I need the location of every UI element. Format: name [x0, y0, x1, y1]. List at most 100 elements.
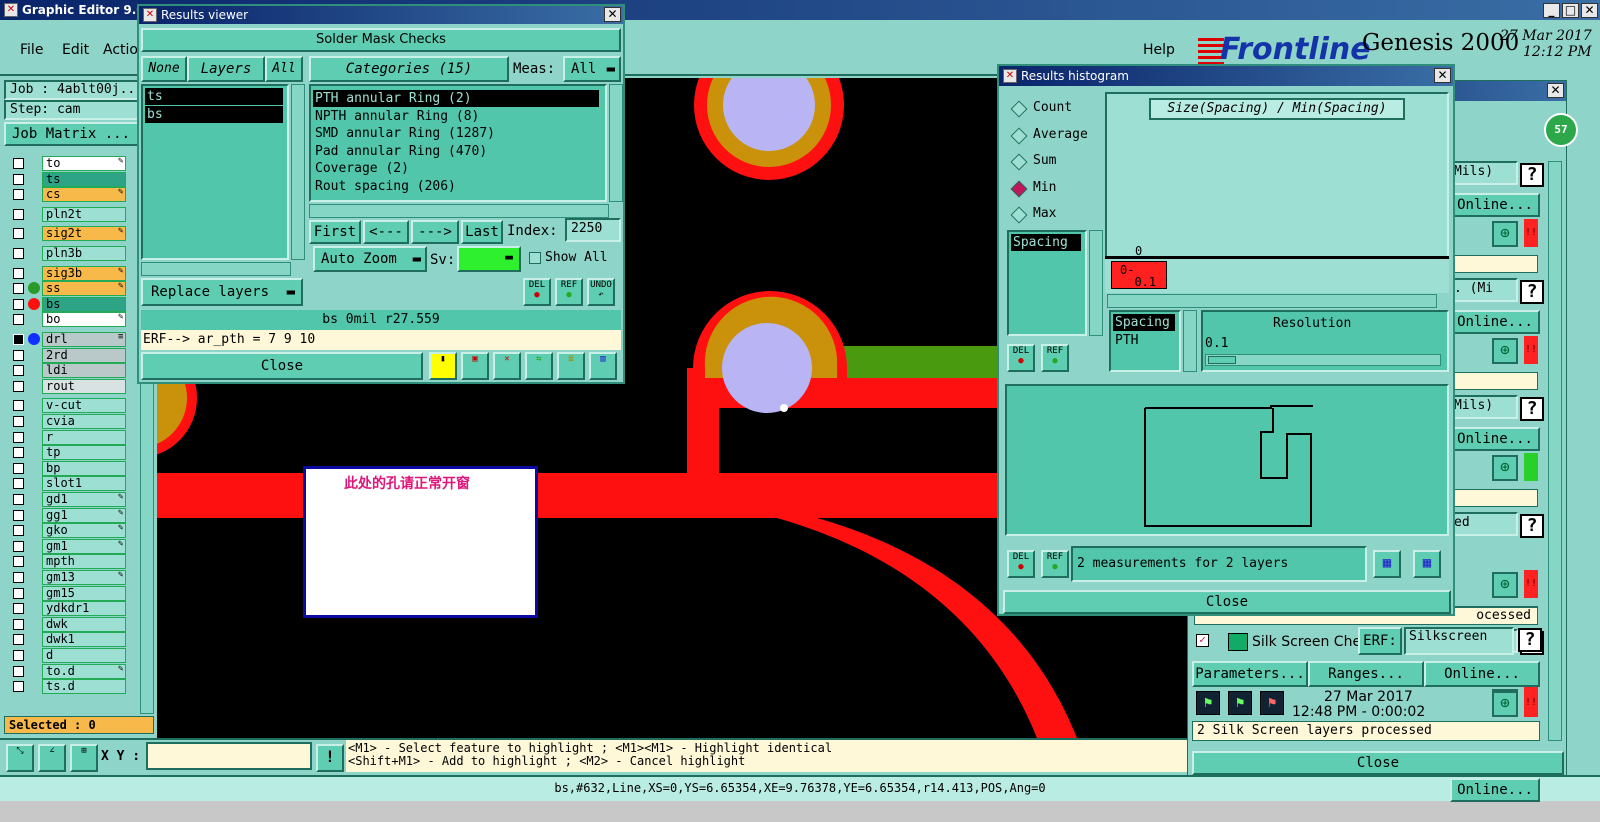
layer-checkbox[interactable] — [13, 618, 24, 630]
layer-checkbox[interactable] — [13, 603, 24, 615]
stat-option-label[interactable]: Count — [1033, 100, 1072, 115]
layer-checkbox[interactable] — [13, 349, 24, 361]
close-button[interactable]: ✕ — [1581, 3, 1598, 18]
check-help-button[interactable]: ? — [1520, 163, 1544, 187]
list2-item-pth[interactable]: PTH — [1113, 332, 1175, 349]
menu-file[interactable]: File — [20, 42, 43, 58]
layer-row[interactable]: mpth — [10, 554, 128, 570]
layer-row[interactable]: ydkdr1 — [10, 601, 128, 617]
layer-row[interactable]: cs ✎ — [10, 187, 128, 203]
zoom-tool-icon[interactable]: ⤡ — [6, 744, 34, 772]
check-zoom-icon[interactable]: ⊕ — [1492, 338, 1518, 364]
layer-row[interactable]: sig2t ✎ — [10, 226, 128, 242]
hist-del-icon-2[interactable]: DEL ● — [1007, 550, 1035, 578]
check-help-button[interactable]: ? — [1520, 280, 1544, 304]
layer-row[interactable]: to ✎ — [10, 156, 128, 171]
category-item[interactable]: PTH annular Ring (2) — [313, 90, 599, 107]
layer-checkbox[interactable] — [13, 494, 24, 505]
check-help-button[interactable]: ? — [1520, 514, 1544, 538]
ranges-button[interactable]: Ranges... — [1308, 661, 1424, 687]
layer-row[interactable]: bs — [10, 296, 128, 312]
meas-dropdown[interactable]: All ▬ — [563, 56, 621, 82]
layer-checkbox[interactable] — [13, 509, 24, 521]
layer-checkbox[interactable] — [13, 431, 24, 443]
stat-option-label[interactable]: Max — [1033, 206, 1056, 221]
none-button[interactable]: None — [141, 56, 187, 82]
check-online-button[interactable]: Online... — [1450, 310, 1540, 334]
replace-layers-button[interactable]: Replace layers ▬ — [141, 278, 303, 306]
histogram-icon[interactable]: ▥ — [589, 352, 617, 380]
hilite-icon[interactable]: ▮ — [429, 352, 457, 380]
checklist-close-action[interactable]: Close — [1192, 751, 1564, 775]
stat-option-radio[interactable] — [1010, 127, 1028, 144]
layer-checkbox[interactable] — [13, 416, 24, 427]
layer-row[interactable]: to.d ✎ — [10, 663, 128, 679]
stat-option-radio[interactable] — [1010, 206, 1028, 224]
last-button[interactable]: Last — [461, 220, 503, 244]
layer-checkbox[interactable] — [13, 681, 24, 693]
compare-icon[interactable]: ⇆ — [525, 352, 553, 380]
hist-del-icon-1[interactable]: DEL ● — [1007, 344, 1035, 372]
hist-ref-icon-1[interactable]: REF ● — [1041, 344, 1069, 372]
menu-help[interactable]: Help — [1143, 42, 1175, 58]
menu-edit[interactable]: Edit — [62, 42, 89, 58]
stat-option-radio[interactable] — [1010, 180, 1028, 197]
layer-row[interactable]: gko ✎ — [10, 523, 128, 539]
layer-checkbox[interactable] — [13, 173, 24, 185]
layer-row[interactable]: dwk — [10, 616, 128, 632]
job-matrix-button[interactable]: Job Matrix ... — [4, 122, 154, 146]
check-param-field[interactable]: Mils) — [1450, 161, 1518, 185]
layer-row[interactable]: v-cut — [10, 398, 128, 414]
layer-row[interactable]: ts.d — [10, 679, 128, 695]
layer-row[interactable]: gg1 ✎ — [10, 507, 128, 523]
xy-input[interactable] — [146, 742, 312, 770]
list1-scroll[interactable] — [1089, 230, 1103, 336]
results-viewer-close-button[interactable]: ✕ — [604, 7, 621, 22]
grid-tool-icon[interactable]: ⊞ — [70, 744, 98, 772]
category-item[interactable]: SMD annular Ring (1287) — [313, 125, 599, 142]
category-item[interactable]: Coverage (2) — [313, 160, 599, 177]
layer-checkbox[interactable] — [13, 189, 24, 201]
minimize-button[interactable]: _ — [1543, 3, 1560, 18]
histogram-close-button[interactable]: ✕ — [1434, 68, 1451, 83]
layer-row[interactable]: d — [10, 648, 128, 663]
check-online-button[interactable]: Online... — [1450, 778, 1540, 802]
stat-option-radio[interactable] — [1010, 100, 1028, 118]
results-viewer-titlebar[interactable]: ✕ Results viewer ✕ — [139, 6, 623, 24]
layer-checkbox[interactable] — [13, 525, 24, 537]
layer-row[interactable]: sig3b ✎ — [10, 265, 128, 281]
resolution-slider[interactable] — [1205, 354, 1441, 366]
category-item[interactable]: Pad annular Ring (470) — [313, 143, 599, 160]
checklist-close-button[interactable]: ✕ — [1547, 83, 1564, 98]
silk-online-button[interactable]: Online... — [1424, 661, 1540, 687]
auto-zoom-dropdown[interactable]: Auto Zoom ▬ — [313, 246, 427, 272]
warning-icon[interactable]: ! — [316, 744, 344, 772]
sv-color-dropdown[interactable]: ▬ — [457, 246, 521, 272]
layer-checkbox[interactable] — [13, 587, 24, 599]
checklist-scrollbar[interactable] — [1548, 161, 1562, 741]
stat-option-label[interactable]: Sum — [1033, 153, 1056, 168]
layer-row[interactable]: tp — [10, 445, 128, 461]
layer-checkbox[interactable] — [13, 248, 24, 259]
export-icon-1[interactable]: ▦ — [1373, 550, 1401, 578]
menu-actions[interactable]: Actio — [103, 42, 138, 58]
run-icon-2[interactable]: ⚑ — [1228, 691, 1252, 715]
layer-row[interactable]: rout — [10, 378, 128, 394]
ref-icon[interactable]: REF ● — [555, 278, 583, 306]
histogram-hscroll[interactable] — [1107, 294, 1437, 308]
layer-row[interactable]: ts — [10, 171, 128, 187]
run-icon-1[interactable]: ⚑ — [1196, 691, 1220, 715]
list2-item-spacing[interactable]: Spacing — [1113, 314, 1175, 331]
categories-list[interactable]: PTH annular Ring (2) NPTH annular Ring (8… — [309, 84, 607, 202]
parameters-button[interactable]: Parameters... — [1192, 661, 1308, 687]
list1-item-spacing[interactable]: Spacing — [1011, 234, 1081, 251]
check-help-button[interactable]: ? — [1520, 397, 1544, 421]
categories-vscroll[interactable] — [609, 84, 623, 202]
layer-item-bs[interactable]: bs — [145, 106, 283, 123]
layer-checkbox[interactable] — [13, 478, 24, 490]
layer-checkbox[interactable] — [13, 556, 24, 568]
report-icon[interactable]: ▣ — [461, 352, 489, 380]
layer-checkbox[interactable] — [13, 334, 24, 345]
layer-checkbox[interactable] — [13, 380, 24, 392]
layer-row[interactable]: 2rd — [10, 347, 128, 363]
